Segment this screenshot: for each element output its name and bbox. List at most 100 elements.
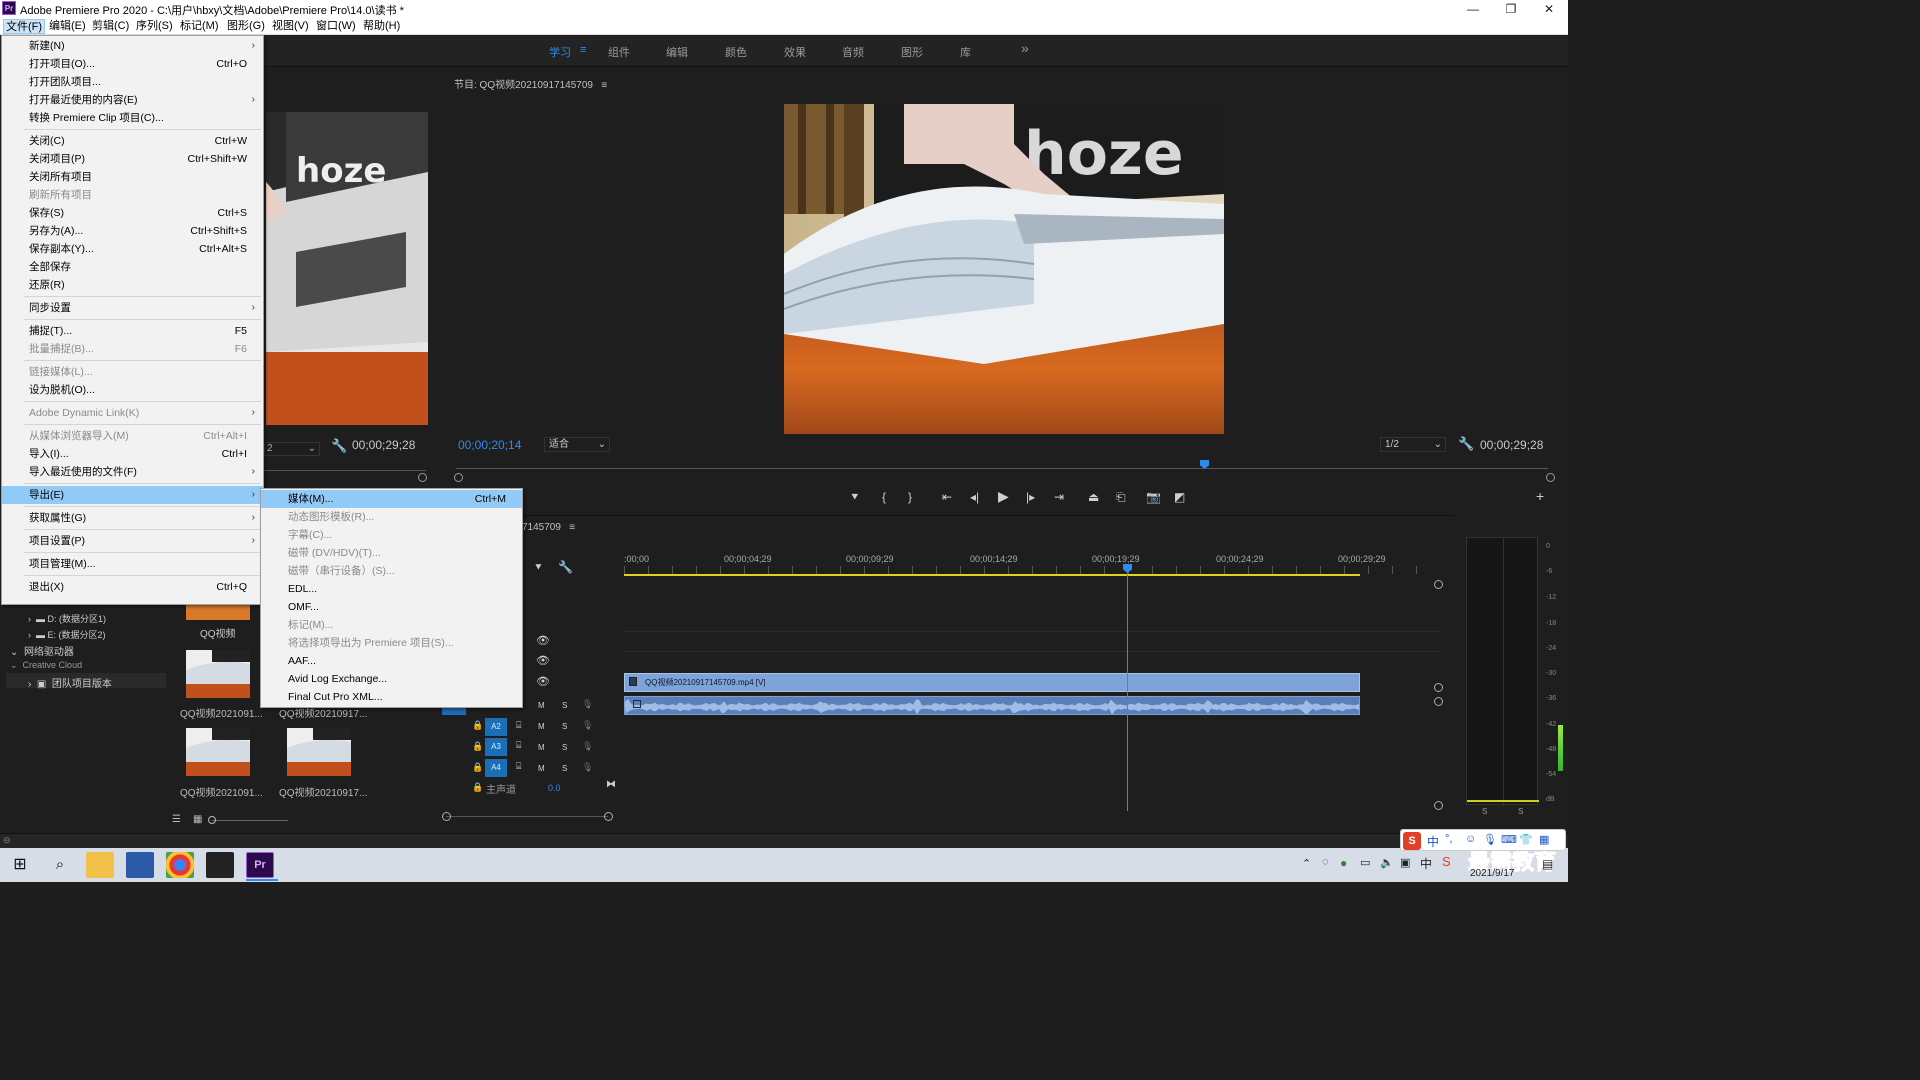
menu-file[interactable]: 文件(F) <box>3 19 46 34</box>
ime-mode-indicator[interactable]: 中 <box>1427 833 1439 850</box>
a1-solo-button[interactable]: S <box>562 701 567 710</box>
a2-mic-icon[interactable]: 🎙 <box>582 720 593 731</box>
file-menu-item[interactable]: 项目管理(M)... <box>2 555 263 573</box>
ime-logo-icon[interactable]: S <box>1403 832 1421 850</box>
network-icon[interactable]: ▭ <box>1360 856 1370 869</box>
a2-lock-icon[interactable]: 🔒 <box>472 720 483 731</box>
a4-lock-icon[interactable]: 🔒 <box>472 762 483 773</box>
file-menu-item[interactable]: 打开最近使用的内容(E) › <box>2 91 263 109</box>
timeline-vscroll-bottom[interactable] <box>1434 801 1443 810</box>
workspace-learn[interactable]: 学习 <box>549 44 571 60</box>
media-thumb[interactable] <box>287 728 351 776</box>
thumbnail-zoom-handle[interactable] <box>208 816 216 824</box>
a2-mute-button[interactable]: M <box>538 722 545 731</box>
media-thumb[interactable] <box>186 605 250 620</box>
source-resolution-dropdown[interactable]: 2 ⌄ <box>264 442 320 456</box>
program-zoom-handle-right[interactable] <box>1546 473 1555 482</box>
file-menu-item[interactable]: 导入(I)... Ctrl+I <box>2 445 263 463</box>
menu-graphics[interactable]: 图形(G) <box>225 19 267 34</box>
notification-center-icon[interactable]: ▤ <box>1542 857 1553 871</box>
export-submenu-item[interactable]: EDL... <box>261 580 522 598</box>
ime-lang-indicator[interactable]: 中 <box>1420 855 1432 872</box>
menu-edit[interactable]: 编辑(E) <box>47 19 88 34</box>
premiere-taskbar-icon[interactable]: Pr <box>246 852 274 878</box>
file-menu-item[interactable]: 打开团队项目... <box>2 73 263 91</box>
export-submenu-item[interactable]: 磁带 (DV/HDV)(T)... <box>261 544 522 562</box>
mark-out-icon[interactable]: } <box>908 490 912 504</box>
a2-solo-button[interactable]: S <box>562 722 567 731</box>
export-submenu-item[interactable]: Final Cut Pro XML... <box>261 688 522 706</box>
timeline-hscroll-left[interactable] <box>442 812 451 821</box>
menu-window[interactable]: 窗口(W) <box>314 19 358 34</box>
media-thumb[interactable] <box>186 650 250 698</box>
comparison-view-icon[interactable]: ◩ <box>1174 490 1185 504</box>
timeline-settings-wrench-icon[interactable]: 🔧 <box>558 560 573 574</box>
file-menu-item[interactable]: 打开项目(O)... Ctrl+O <box>2 55 263 73</box>
workspace-color[interactable]: 颜色 <box>725 44 747 60</box>
file-menu-item[interactable]: 全部保存 <box>2 258 263 276</box>
ime-emoji-icon[interactable]: ☺ <box>1465 833 1476 845</box>
tree-item-network[interactable]: ⌄ 网络驱动器 <box>10 643 74 658</box>
timeline-playhead[interactable] <box>1127 571 1128 811</box>
timeline-sequence-tab[interactable]: 7145709 ≡ <box>522 522 575 533</box>
workspace-audio[interactable]: 音频 <box>842 44 864 60</box>
file-menu-item[interactable]: 保存副本(Y)... Ctrl+Alt+S <box>2 240 263 258</box>
tree-item-creative-cloud[interactable]: ⌄ Creative Cloud <box>10 660 82 671</box>
master-go-to-end-icon[interactable]: ⧓ <box>606 779 616 790</box>
tree-item-d-drive[interactable]: › ▬ D: (数据分区1) <box>28 612 106 625</box>
tray-app-icon[interactable]: ● <box>1340 856 1347 870</box>
master-volume-value[interactable]: 0.0 <box>548 783 561 793</box>
source-timebar[interactable] <box>264 470 426 471</box>
lift-icon[interactable]: ⏏ <box>1088 490 1099 504</box>
a1-mute-button[interactable]: M <box>538 701 545 710</box>
workspace-menu-icon[interactable]: ≡ <box>580 44 586 56</box>
menu-help[interactable]: 帮助(H) <box>361 19 402 34</box>
file-menu-item[interactable]: 项目设置(P) › <box>2 532 263 550</box>
a3-mic-icon[interactable]: 🎙 <box>582 741 593 752</box>
v1-eye-icon[interactable]: 👁 <box>536 675 550 688</box>
program-fit-dropdown[interactable]: 适合 ⌄ <box>544 437 610 452</box>
v3-eye-icon[interactable]: 👁 <box>536 634 550 647</box>
export-submenu-item[interactable]: 标记(M)... <box>261 616 522 634</box>
file-menu-item[interactable]: 关闭(C) Ctrl+W <box>2 132 263 150</box>
export-frame-camera-icon[interactable]: 📷 <box>1146 490 1161 504</box>
thumbnail-zoom-slider[interactable] <box>212 820 288 821</box>
tray-notification-icon[interactable]: ◌ <box>1322 856 1329 868</box>
program-monitor-menu-icon[interactable]: ≡ <box>601 80 607 91</box>
ime-skin-icon[interactable]: 👕 <box>1519 833 1533 846</box>
button-editor-plus-icon[interactable]: + <box>1536 488 1544 504</box>
file-explorer-icon[interactable] <box>86 852 114 878</box>
workspace-graphics[interactable]: 图形 <box>901 44 923 60</box>
menu-view[interactable]: 视图(V) <box>270 19 311 34</box>
sogou-ime-icon[interactable]: S <box>1442 854 1451 869</box>
export-submenu-item[interactable]: 字幕(C)... <box>261 526 522 544</box>
tray-chevron-icon[interactable]: ⌃ <box>1302 857 1311 870</box>
file-menu-item[interactable]: 退出(X) Ctrl+Q <box>2 578 263 596</box>
export-submenu-item[interactable]: AAF... <box>261 652 522 670</box>
menu-sequence[interactable]: 序列(S) <box>134 19 175 34</box>
program-current-timecode[interactable]: 00;00;20;14 <box>458 438 521 452</box>
program-timebar[interactable] <box>456 468 1548 469</box>
workspace-overflow-icon[interactable]: » <box>1021 40 1029 56</box>
status-sync-icon[interactable]: ⊖ <box>3 835 11 846</box>
a4-sync-lock-icon[interactable]: ⌸ <box>516 761 521 772</box>
meter-solo-right[interactable]: S <box>1518 807 1523 816</box>
menu-clip[interactable]: 剪辑(C) <box>90 19 131 34</box>
file-menu-item[interactable]: 导入最近使用的文件(F) › <box>2 463 263 481</box>
close-button[interactable]: ✕ <box>1532 1 1566 17</box>
timeline-add-marker-icon[interactable]: ⯆ <box>534 562 543 575</box>
file-menu-item[interactable]: 关闭所有项目 <box>2 168 263 186</box>
windows-start-icon[interactable]: ⊞ <box>6 852 34 878</box>
play-icon[interactable]: ▶ <box>998 488 1009 505</box>
go-to-out-icon[interactable]: ⇥ <box>1054 490 1064 504</box>
a4-solo-button[interactable]: S <box>562 764 567 773</box>
icon-view-icon[interactable]: ▦ <box>193 814 202 825</box>
a1-source-patch[interactable] <box>442 708 466 715</box>
mark-in-icon[interactable]: { <box>882 490 886 504</box>
file-menu-item[interactable]: 设为脱机(O)... <box>2 381 263 399</box>
ime-voice-icon[interactable]: 🎙 <box>1483 833 1497 846</box>
a2-track-target[interactable]: A2 <box>485 718 507 736</box>
file-menu-item[interactable]: 导出(E) › <box>2 486 263 504</box>
a4-mic-icon[interactable]: 🎙 <box>582 762 593 773</box>
file-menu-item[interactable]: 捕捉(T)... F5 <box>2 322 263 340</box>
